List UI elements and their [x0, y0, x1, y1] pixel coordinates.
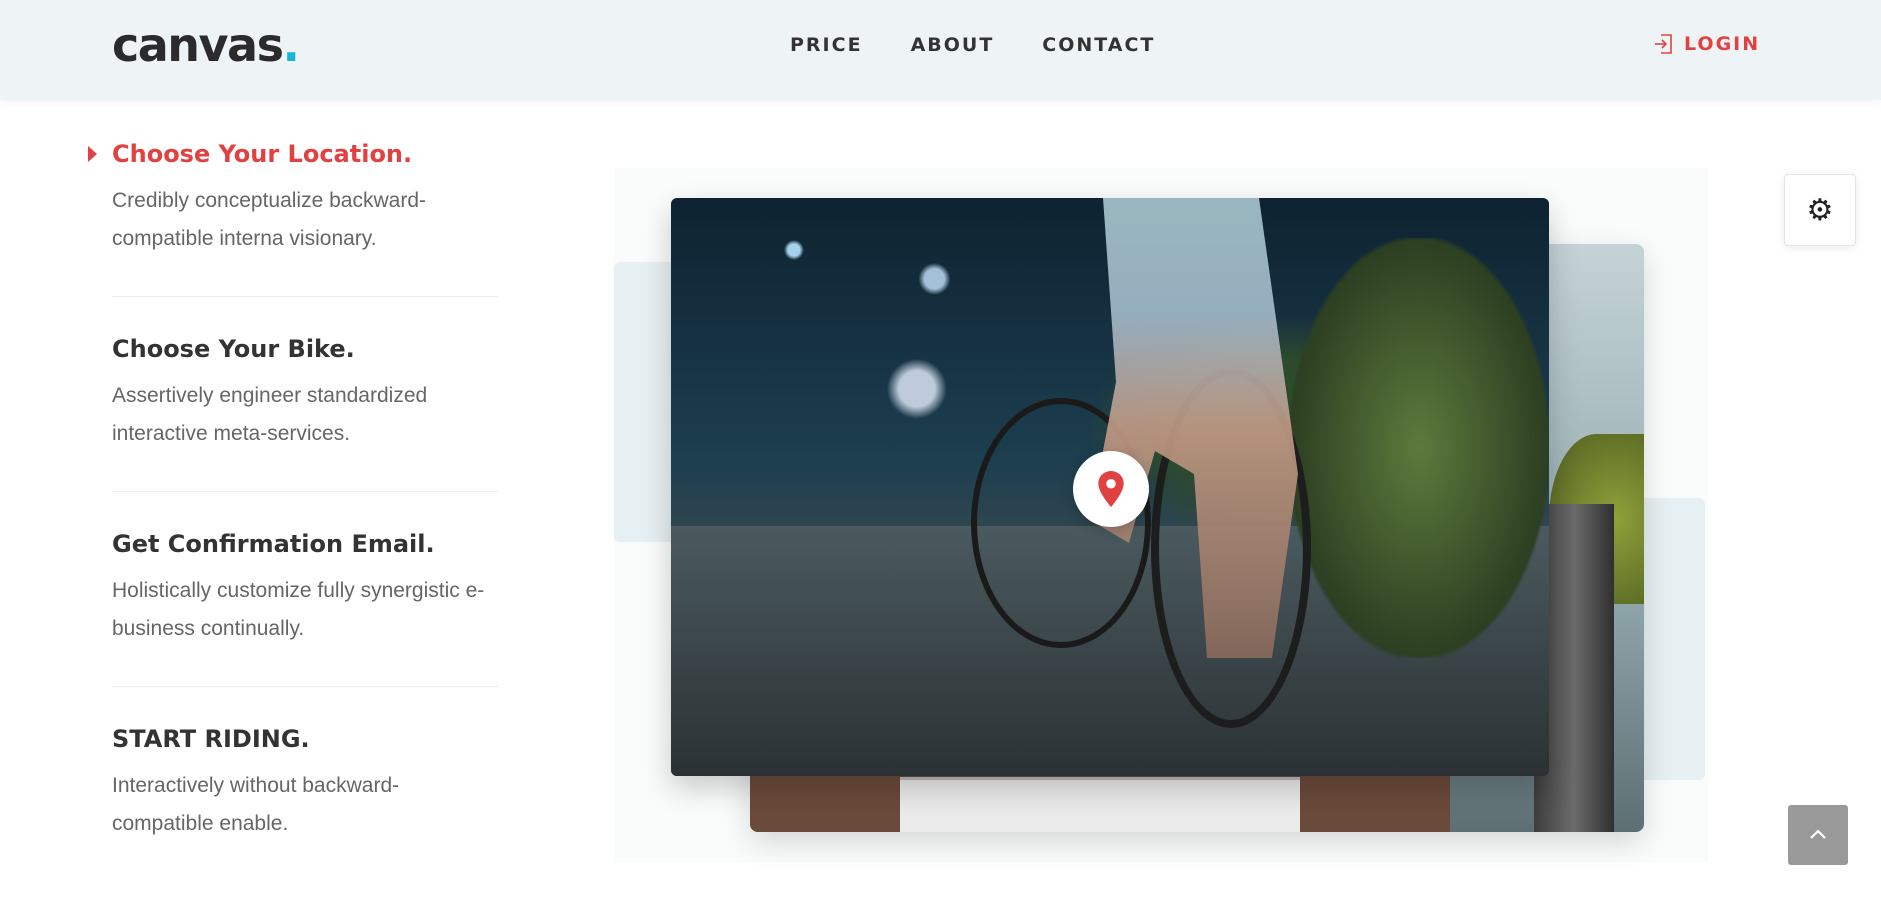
step-description: Assertively engineer standardized intera… — [112, 384, 428, 445]
gears-icon: ⚙ — [1806, 192, 1834, 228]
logo[interactable]: canvas. — [112, 18, 300, 72]
step-title: Get Confirmation Email. — [112, 530, 435, 558]
login-link[interactable]: LOGIN — [1652, 32, 1760, 56]
chevron-up-icon — [1810, 829, 1826, 839]
step-title: START RIDING. — [112, 725, 310, 753]
nav-contact[interactable]: CONTACT — [1042, 34, 1155, 56]
step-description: Holistically customize fully synergistic… — [112, 579, 485, 640]
nav-about[interactable]: ABOUT — [911, 34, 995, 56]
login-label: LOGIN — [1684, 33, 1761, 55]
step-item[interactable]: Get Confirmation Email. Holistically cus… — [112, 530, 498, 687]
plants-shape — [1289, 238, 1549, 658]
settings-button[interactable]: ⚙ — [1784, 174, 1856, 246]
step-title: Choose Your Location. — [112, 140, 413, 168]
step-item[interactable]: Choose Your Bike. Assertively engineer s… — [112, 335, 498, 492]
nav-price[interactable]: PRICE — [790, 34, 863, 56]
step-item[interactable]: START RIDING. Interactively without back… — [112, 725, 498, 881]
site-header: canvas. PRICE ABOUT CONTACT LOGIN — [0, 0, 1881, 100]
wheel-rim-shape — [900, 777, 1300, 832]
steps-list: Choose Your Location. Credibly conceptua… — [88, 140, 498, 919]
step-item[interactable]: Choose Your Location. Credibly conceptua… — [88, 140, 498, 297]
back-to-top-button[interactable] — [1788, 805, 1848, 865]
map-pin-icon — [1098, 471, 1124, 507]
step-description: Interactively without backward-compatibl… — [112, 774, 400, 835]
login-icon — [1655, 34, 1672, 54]
step-title: Choose Your Bike. — [112, 335, 355, 363]
main-nav: PRICE ABOUT CONTACT — [790, 34, 1155, 56]
map-pin-button[interactable] — [1073, 451, 1149, 527]
active-arrow-icon — [88, 146, 97, 162]
step-description: Credibly conceptualize backward-compatib… — [112, 189, 426, 250]
